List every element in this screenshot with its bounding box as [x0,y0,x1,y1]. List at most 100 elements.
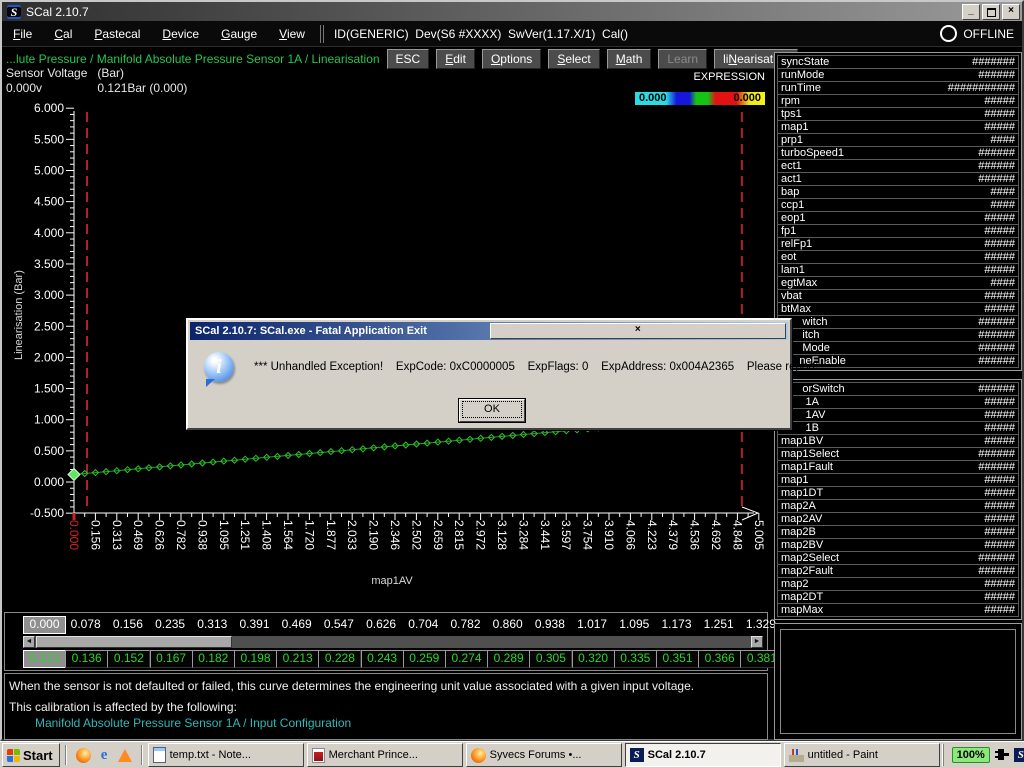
axis-cell[interactable]: 0.704 [403,616,444,632]
param-row[interactable]: map1Fault###### [777,461,1019,474]
param-row[interactable]: map1DT##### [777,487,1019,500]
axis-cell[interactable]: 0.391 [234,616,275,632]
scroll-left-button[interactable]: ◄ [23,636,35,648]
axis-cell[interactable]: 0.313 [192,616,233,632]
param-row[interactable]: map1##### [777,474,1019,487]
select-button[interactable]: Select [548,49,599,69]
value-cell[interactable]: 0.366 [698,650,741,668]
axis-cell[interactable]: 1.251 [698,616,739,632]
value-cell[interactable]: 0.228 [318,650,361,668]
axis-cell[interactable]: 0.938 [529,616,570,632]
param-row[interactable]: 1A##### [777,396,1019,409]
dialog-titlebar[interactable]: SCal 2.10.7: SCal.exe - Fatal Applicatio… [190,322,788,340]
close-button[interactable]: × [1002,4,1020,20]
value-cell[interactable]: 0.274 [445,650,488,668]
value-cell[interactable]: 0.320 [572,650,615,668]
axis-cell[interactable]: 1.017 [572,616,613,632]
param-row[interactable]: syncState####### [777,55,1019,69]
param-row[interactable]: ect1###### [777,160,1019,173]
value-cell[interactable]: 0.121 [23,650,66,668]
param-row[interactable]: egtMax#### [777,277,1019,290]
param-row[interactable]: turboSpeed1###### [777,147,1019,160]
edit-button[interactable]: Edit [436,49,475,69]
value-cell[interactable]: 0.335 [614,650,657,668]
param-row[interactable]: map2Select###### [777,552,1019,565]
param-row[interactable]: relFp1##### [777,238,1019,251]
start-button[interactable]: Start [2,743,60,767]
param-row[interactable]: witch###### [777,316,1019,329]
value-cell[interactable]: 0.259 [403,650,446,668]
menu-item-pastecal[interactable]: Pastecal [83,24,151,44]
param-row[interactable]: map1BV##### [777,435,1019,448]
param-row[interactable]: itch###### [777,329,1019,342]
menu-item-gauge[interactable]: Gauge [210,24,268,44]
table-scrollbar[interactable]: ◄ ► [23,636,763,648]
value-cell[interactable]: 0.182 [192,650,235,668]
value-cell[interactable]: 0.213 [276,650,319,668]
task-button-notepad[interactable]: temp.txt - Note... [148,743,304,767]
scal-tray-icon[interactable]: S [1014,748,1024,762]
param-row[interactable]: lam1##### [777,264,1019,277]
value-cell[interactable]: 0.289 [487,650,530,668]
param-row[interactable]: runMode###### [777,69,1019,82]
axis-cell[interactable]: 0.235 [150,616,191,632]
value-cell[interactable]: 0.198 [234,650,277,668]
value-cell[interactable]: 0.305 [529,650,572,668]
param-row[interactable]: map2Fault###### [777,565,1019,578]
axis-cell[interactable]: 0.000 [23,616,66,634]
ok-button[interactable]: OK [459,399,525,422]
scrollbar-thumb[interactable] [36,636,232,648]
axis-cell[interactable]: 0.469 [276,616,317,632]
affected-calibration-link[interactable]: Manifold Absolute Pressure Sensor 1A / I… [35,716,351,730]
firefox-icon[interactable] [76,748,91,763]
param-row[interactable]: map1##### [777,121,1019,134]
param-row[interactable]: fp1##### [777,225,1019,238]
task-button-scal[interactable]: SSCal 2.10.7 [625,743,781,767]
menu-item-view[interactable]: View [268,24,316,44]
dialog-close-button[interactable]: × [490,323,787,339]
param-row[interactable]: runTime########### [777,82,1019,95]
options-button[interactable]: Options [482,49,541,69]
axis-cell[interactable]: 0.156 [107,616,148,632]
restore-button[interactable] [982,4,1000,20]
scroll-right-button[interactable]: ► [751,636,763,648]
param-row[interactable]: map2B##### [777,526,1019,539]
value-cell[interactable]: 0.351 [656,650,699,668]
param-row[interactable]: 1B##### [777,422,1019,435]
axis-cell[interactable]: 0.078 [65,616,106,632]
param-row[interactable]: rpm##### [777,95,1019,108]
axis-cell[interactable]: 0.547 [318,616,359,632]
axis-cell[interactable]: 0.782 [445,616,486,632]
plug-tray-icon[interactable] [995,749,1009,761]
task-button-paint[interactable]: untitled - Paint [784,743,940,767]
param-row[interactable]: map2AV##### [777,513,1019,526]
param-row[interactable]: map2##### [777,578,1019,591]
param-row[interactable]: Mode###### [777,342,1019,355]
minimize-button[interactable]: _ [962,4,980,20]
param-row[interactable]: eop1##### [777,212,1019,225]
axis-cell[interactable]: 0.860 [487,616,528,632]
param-row[interactable]: map2A##### [777,500,1019,513]
axis-cell[interactable]: 0.626 [361,616,402,632]
window-titlebar[interactable]: S SCal 2.10.7 _ × [2,2,1022,21]
param-row[interactable]: tps1##### [777,108,1019,121]
param-row[interactable]: vbat##### [777,290,1019,303]
math-button[interactable]: Math [607,49,652,69]
value-cell[interactable]: 0.167 [150,650,193,668]
value-cell[interactable]: 0.136 [65,650,108,668]
value-cell[interactable]: 0.152 [107,650,150,668]
param-row[interactable]: orSwitch###### [777,382,1019,396]
menu-item-cal[interactable]: Cal [43,24,83,44]
vlc-icon[interactable] [118,749,132,762]
param-row[interactable]: ccp1#### [777,199,1019,212]
task-button-firefox[interactable]: Syvecs Forums •... [466,743,622,767]
param-row[interactable]: act1###### [777,173,1019,186]
param-row[interactable]: prp1#### [777,134,1019,147]
param-row[interactable]: bap#### [777,186,1019,199]
menu-item-device[interactable]: Device [151,24,210,44]
param-row[interactable]: map2DT##### [777,591,1019,604]
param-row[interactable]: btMax##### [777,303,1019,316]
value-cell[interactable]: 0.243 [361,650,404,668]
menu-item-file[interactable]: File [2,24,43,44]
axis-cell[interactable]: 1.173 [656,616,697,632]
